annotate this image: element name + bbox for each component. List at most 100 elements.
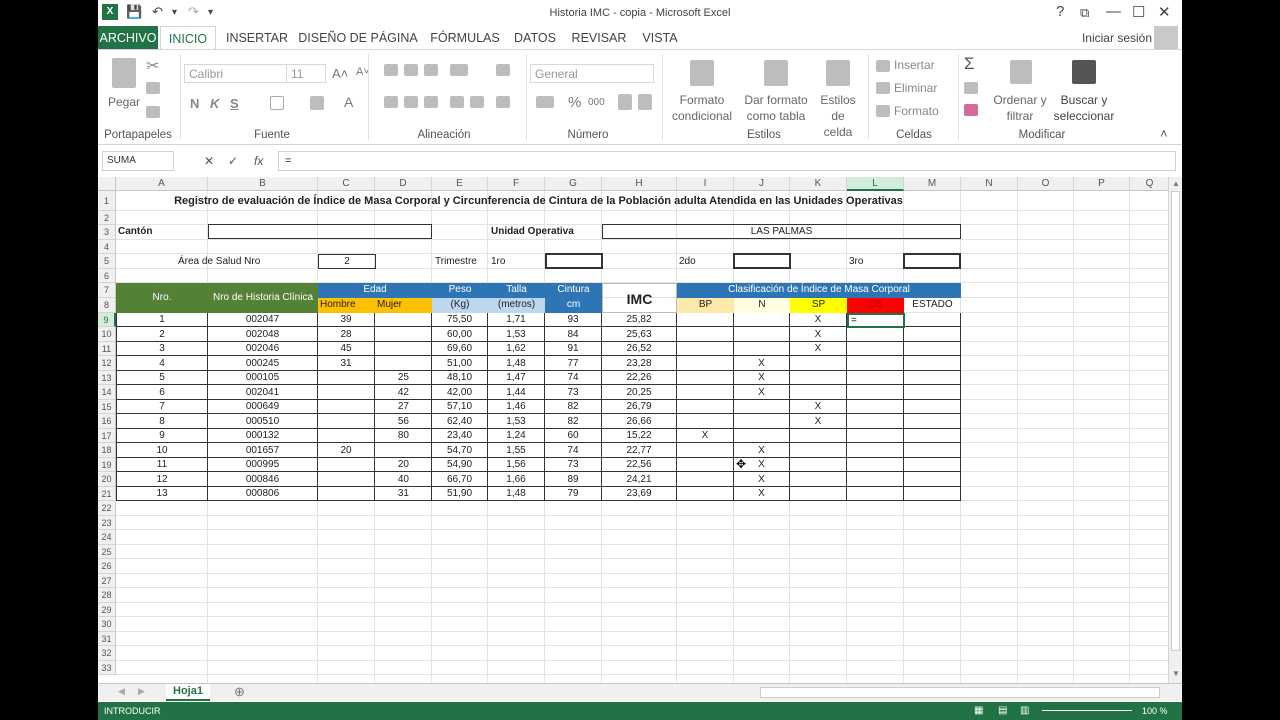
cancel-icon[interactable]: ✕ — [204, 154, 214, 168]
cell-historia[interactable]: 000649 — [208, 400, 318, 414]
cell-nro[interactable]: 9 — [116, 429, 208, 443]
sort-filter-icon[interactable] — [1010, 60, 1032, 84]
column-header-h[interactable]: H — [602, 177, 677, 191]
cell-ob[interactable] — [847, 414, 904, 429]
cell-cintura[interactable]: 89 — [545, 472, 602, 487]
wrap-text-icon[interactable] — [496, 64, 510, 76]
decrease-decimal-icon[interactable] — [638, 94, 652, 110]
cell-sp[interactable]: X — [790, 327, 847, 342]
cell-imc[interactable]: 26,66 — [602, 414, 677, 429]
cell-ob[interactable] — [847, 327, 904, 342]
cell-bp[interactable] — [677, 472, 734, 487]
row-header-33[interactable]: 33 — [98, 661, 116, 675]
cell-bp[interactable] — [677, 342, 734, 356]
cell-nro[interactable]: 7 — [116, 400, 208, 414]
cell-bp[interactable] — [677, 385, 734, 400]
cell-ob[interactable] — [847, 487, 904, 501]
add-sheet-icon[interactable]: ⊕ — [234, 684, 245, 700]
cell-hombre[interactable] — [318, 385, 375, 400]
cell-talla[interactable]: 1,48 — [488, 487, 545, 501]
header-talla[interactable]: Talla — [488, 283, 545, 298]
cell-hombre[interactable]: 39 — [318, 313, 375, 327]
column-header-f[interactable]: F — [488, 177, 545, 191]
cell-ob[interactable] — [847, 371, 904, 385]
cell-estado[interactable] — [904, 472, 961, 487]
page-break-icon[interactable]: ▥ — [1020, 705, 1029, 716]
cell-sp[interactable]: X — [790, 342, 847, 356]
paste-button[interactable]: Pegar — [104, 94, 144, 110]
percent-style-icon[interactable]: % — [568, 94, 581, 111]
row-header-31[interactable]: 31 — [98, 632, 116, 646]
cell-n[interactable] — [734, 313, 790, 327]
row-header-3[interactable]: 3 — [98, 225, 116, 240]
align-left-icon[interactable] — [384, 96, 398, 108]
prev-sheet-icon[interactable]: ◀ — [118, 686, 125, 697]
header-peso[interactable]: Peso — [432, 283, 488, 298]
row-header-6[interactable]: 6 — [98, 269, 116, 283]
cell-mujer[interactable]: 27 — [375, 400, 432, 414]
cell-n[interactable] — [734, 342, 790, 356]
tab-inicio[interactable]: INICIO — [160, 26, 216, 50]
cell-hombre[interactable] — [318, 429, 375, 443]
cell-peso[interactable]: 66,70 — [432, 472, 488, 487]
zoom-level[interactable]: 100 % — [1142, 706, 1168, 716]
cell-hombre[interactable]: 31 — [318, 356, 375, 371]
cell-ob[interactable] — [847, 472, 904, 487]
cell-bp[interactable] — [677, 371, 734, 385]
row-header-1[interactable]: 1 — [98, 191, 116, 211]
row-header-15[interactable]: 15 — [98, 400, 116, 414]
scroll-up-icon[interactable]: ▲ — [1172, 179, 1180, 188]
format-painter-icon[interactable] — [146, 106, 160, 118]
paste-icon[interactable] — [112, 58, 136, 88]
column-header-g[interactable]: G — [545, 177, 602, 191]
header-clasificacion[interactable]: Clasificación de Índice de Masa Corporal — [677, 283, 961, 298]
unidad-label[interactable]: Unidad Operativa — [489, 225, 599, 239]
cell-estado[interactable] — [904, 327, 961, 342]
column-header-n[interactable]: N — [961, 177, 1018, 191]
cell-historia[interactable]: 000245 — [208, 356, 318, 371]
cell-historia[interactable]: 000846 — [208, 472, 318, 487]
cell-talla[interactable]: 1,44 — [488, 385, 545, 400]
cell-imc[interactable]: 26,52 — [602, 342, 677, 356]
row-header-26[interactable]: 26 — [98, 559, 116, 574]
column-header-o[interactable]: O — [1018, 177, 1074, 191]
cell-n[interactable] — [734, 400, 790, 414]
orientation-icon[interactable] — [450, 64, 468, 76]
cell-cintura[interactable]: 79 — [545, 487, 602, 501]
cell-estado[interactable] — [904, 400, 961, 414]
cell-styles-icon[interactable] — [826, 60, 850, 86]
cell-estado[interactable] — [904, 414, 961, 429]
conditional-format-button[interactable]: Formato condicional — [668, 92, 736, 124]
borders-icon[interactable] — [270, 96, 284, 110]
close-button[interactable]: ✕ — [1158, 3, 1171, 21]
cell-hombre[interactable] — [318, 400, 375, 414]
cell-cintura[interactable]: 82 — [545, 414, 602, 429]
row-header-10[interactable]: 10 — [98, 327, 116, 342]
name-box[interactable]: SUMA — [102, 151, 174, 171]
fill-icon[interactable] — [964, 82, 978, 94]
cell-sp[interactable]: X — [790, 414, 847, 429]
cell-talla[interactable]: 1,53 — [488, 414, 545, 429]
cell-ob[interactable] — [847, 400, 904, 414]
cell-historia[interactable]: 000132 — [208, 429, 318, 443]
cell-ob[interactable] — [847, 342, 904, 356]
trimestre-2-label[interactable]: 2do — [677, 255, 717, 269]
cell-ob[interactable] — [847, 443, 904, 458]
cell-talla[interactable]: 1,24 — [488, 429, 545, 443]
cell-sp[interactable]: X — [790, 400, 847, 414]
tab-vista[interactable]: VISTA — [638, 26, 682, 50]
cell-mujer[interactable]: 25 — [375, 371, 432, 385]
format-as-table-icon[interactable] — [764, 60, 788, 86]
cell-bp[interactable] — [677, 458, 734, 472]
cell-mujer[interactable] — [375, 327, 432, 342]
trimestre-1-box[interactable] — [545, 253, 603, 269]
cell-estado[interactable] — [904, 371, 961, 385]
cell-imc[interactable]: 25,63 — [602, 327, 677, 342]
cell-imc[interactable]: 22,26 — [602, 371, 677, 385]
cell-peso[interactable]: 75,50 — [432, 313, 488, 327]
cell-estado[interactable] — [904, 342, 961, 356]
decrease-indent-icon[interactable] — [450, 96, 464, 108]
format-as-table-button[interactable]: Dar formato como tabla — [740, 92, 812, 124]
cell-peso[interactable]: 48,10 — [432, 371, 488, 385]
cell-sp[interactable] — [790, 385, 847, 400]
